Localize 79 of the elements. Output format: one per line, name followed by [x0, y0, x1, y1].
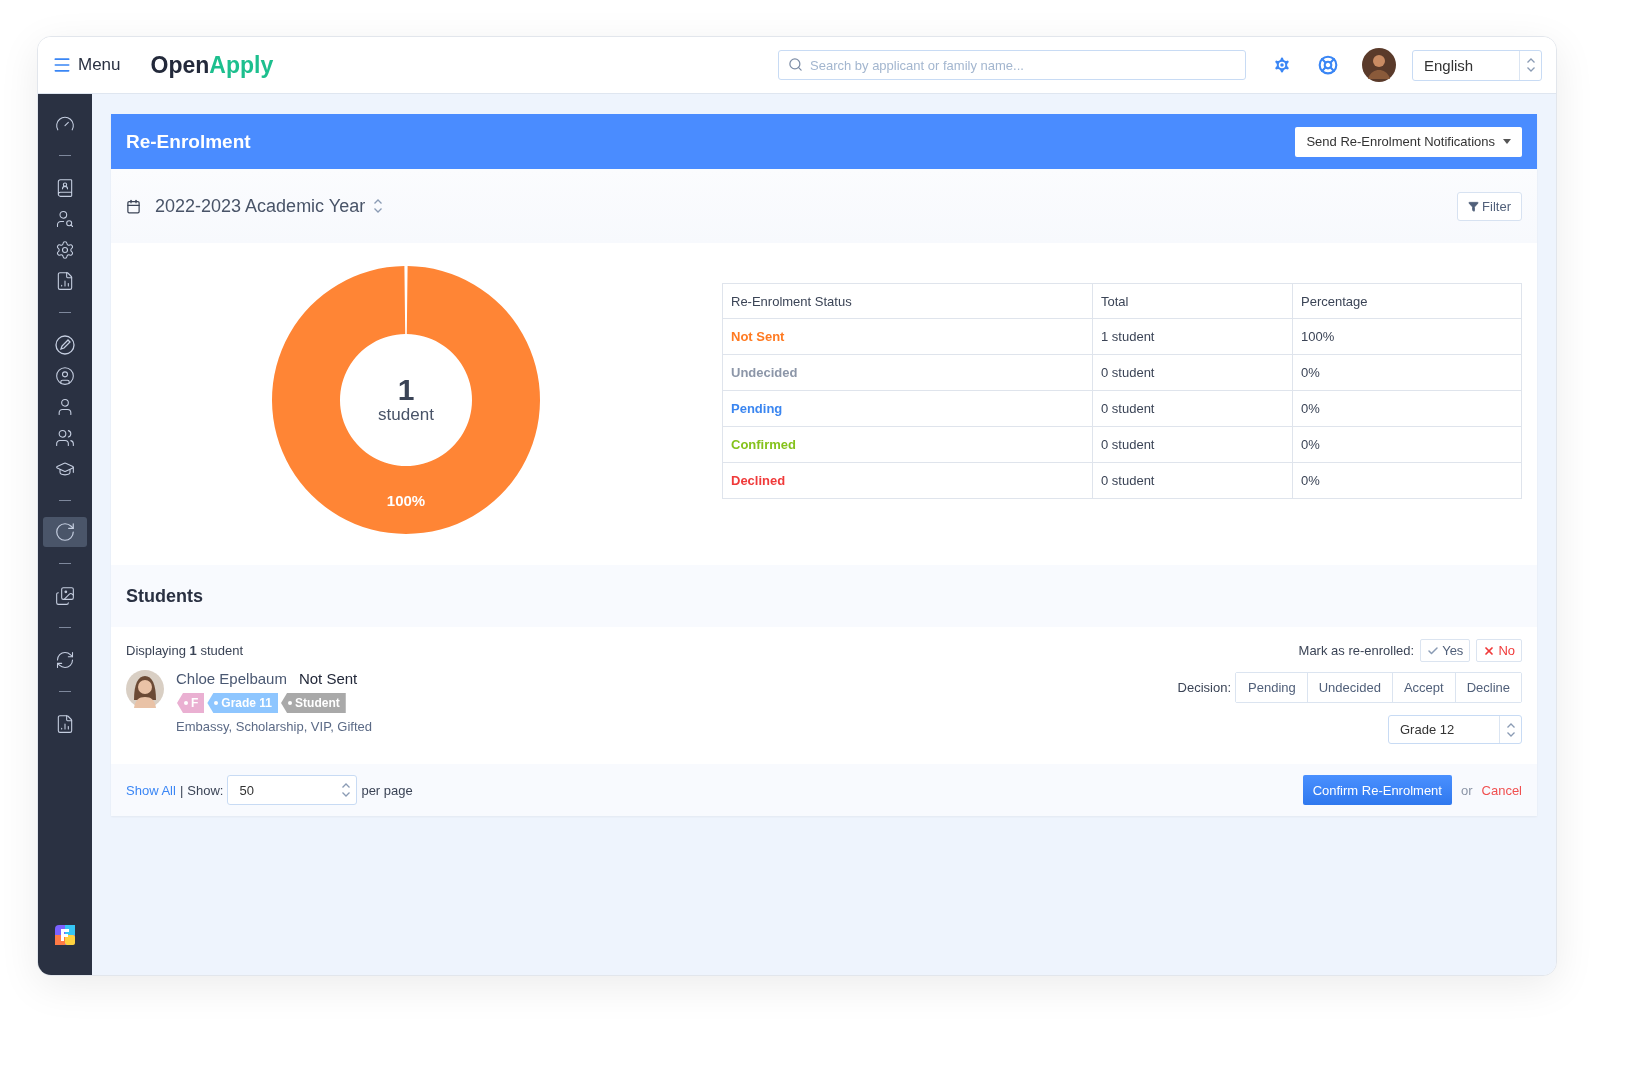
- or-label: or: [1460, 782, 1473, 798]
- column-header: Percentage: [1292, 283, 1522, 319]
- status-cell: Pending: [722, 390, 1093, 427]
- app-logo[interactable]: [55, 925, 75, 945]
- report-icon: [55, 713, 75, 734]
- language-select[interactable]: English: [1412, 49, 1542, 81]
- refresh-icon: [55, 649, 75, 670]
- report-icon: [55, 270, 75, 291]
- mark-label: Mark as re-enrolled:: [1298, 643, 1415, 658]
- column-header: Re-Enrolment Status: [722, 283, 1093, 319]
- photos-icon: [55, 585, 75, 606]
- per-page-field[interactable]: 50: [227, 775, 358, 805]
- filter-button[interactable]: Filter: [1457, 191, 1522, 221]
- percentage-cell: 100%: [1292, 318, 1522, 355]
- user-circle-icon: [55, 365, 75, 386]
- per-page-label: per page: [361, 782, 413, 798]
- percentage-label: 100%: [385, 492, 427, 509]
- student-groups: Embassy, Scholarship, VIP, Gifted: [176, 719, 373, 734]
- academic-year-select[interactable]: 2022-2023 Academic Year: [155, 195, 366, 217]
- displaying-count: Displaying 1 student: [126, 643, 244, 658]
- spinner-arrows-icon[interactable]: [341, 782, 352, 798]
- status-cell: Declined: [722, 462, 1093, 499]
- confirm-button[interactable]: Confirm Re-Enrolment: [1302, 775, 1452, 805]
- menu-button[interactable]: Menu: [52, 55, 121, 75]
- rotate-icon: [54, 521, 76, 543]
- search-field[interactable]: Search by applicant or family name...: [778, 50, 1246, 80]
- menu-icon: [52, 55, 72, 75]
- settings-icon: [55, 239, 75, 260]
- decision-label: Decision:: [1177, 680, 1231, 695]
- search-icon: [788, 57, 803, 72]
- total-cell: 0 student: [1092, 426, 1293, 463]
- filter-icon: [1468, 200, 1480, 212]
- no-button[interactable]: No: [1476, 639, 1522, 662]
- logo: OpenApply: [150, 51, 274, 79]
- users-icon: [55, 427, 75, 448]
- total-cell: 0 student: [1092, 390, 1293, 427]
- total-cell: 0 student: [1092, 462, 1293, 499]
- decision-button[interactable]: Decline: [1454, 673, 1521, 702]
- section-heading: Students: [126, 585, 203, 607]
- student-count: 1: [397, 375, 415, 405]
- separator: |: [179, 782, 184, 798]
- tag: Grade 11: [207, 693, 279, 713]
- total-cell: 1 student: [1092, 318, 1293, 355]
- cancel-link[interactable]: Cancel: [1481, 782, 1522, 798]
- tag: F: [177, 693, 205, 713]
- settings-button[interactable]: [1272, 55, 1292, 75]
- percentage-cell: 0%: [1292, 354, 1522, 391]
- page-title: Re-Enrolment: [126, 130, 251, 153]
- percentage-cell: 0%: [1292, 426, 1522, 463]
- status-cell: Not Sent: [722, 318, 1093, 355]
- sort-arrows-icon[interactable]: [373, 198, 384, 214]
- show-all-link[interactable]: Show All: [126, 782, 176, 798]
- spinner-arrows-icon[interactable]: [1505, 721, 1516, 738]
- status-cell: Confirmed: [722, 426, 1093, 463]
- help-button[interactable]: [1318, 55, 1338, 75]
- check-icon: [1427, 644, 1440, 657]
- sidebar-item[interactable]: [43, 517, 87, 547]
- status-cell: Undecided: [722, 354, 1093, 391]
- contact-book-icon: [55, 177, 75, 198]
- show-label: Show:: [187, 782, 224, 798]
- percentage-cell: 0%: [1292, 390, 1522, 427]
- tag: Student: [281, 693, 346, 713]
- cross-icon: [1483, 644, 1496, 657]
- pen-icon: [55, 334, 75, 355]
- student-name[interactable]: Chloe Epelbaum: [176, 670, 287, 687]
- yes-button[interactable]: Yes: [1420, 639, 1471, 662]
- calendar-icon: [126, 198, 141, 214]
- caret-icon: [1503, 139, 1511, 144]
- send-notifications-button[interactable]: Send Re-Enrolment Notifications: [1295, 126, 1522, 157]
- student-status: Not Sent: [298, 670, 358, 687]
- column-header: Total: [1092, 283, 1293, 319]
- count-label: student: [378, 405, 434, 425]
- grade-select[interactable]: Grade 12: [1388, 715, 1522, 744]
- spinner-arrows-icon[interactable]: [1525, 57, 1536, 73]
- percentage-cell: 0%: [1292, 462, 1522, 499]
- user-search-icon: [55, 208, 75, 229]
- total-cell: 0 student: [1092, 354, 1293, 391]
- student-avatar: [126, 670, 164, 708]
- avatar[interactable]: [1362, 48, 1396, 82]
